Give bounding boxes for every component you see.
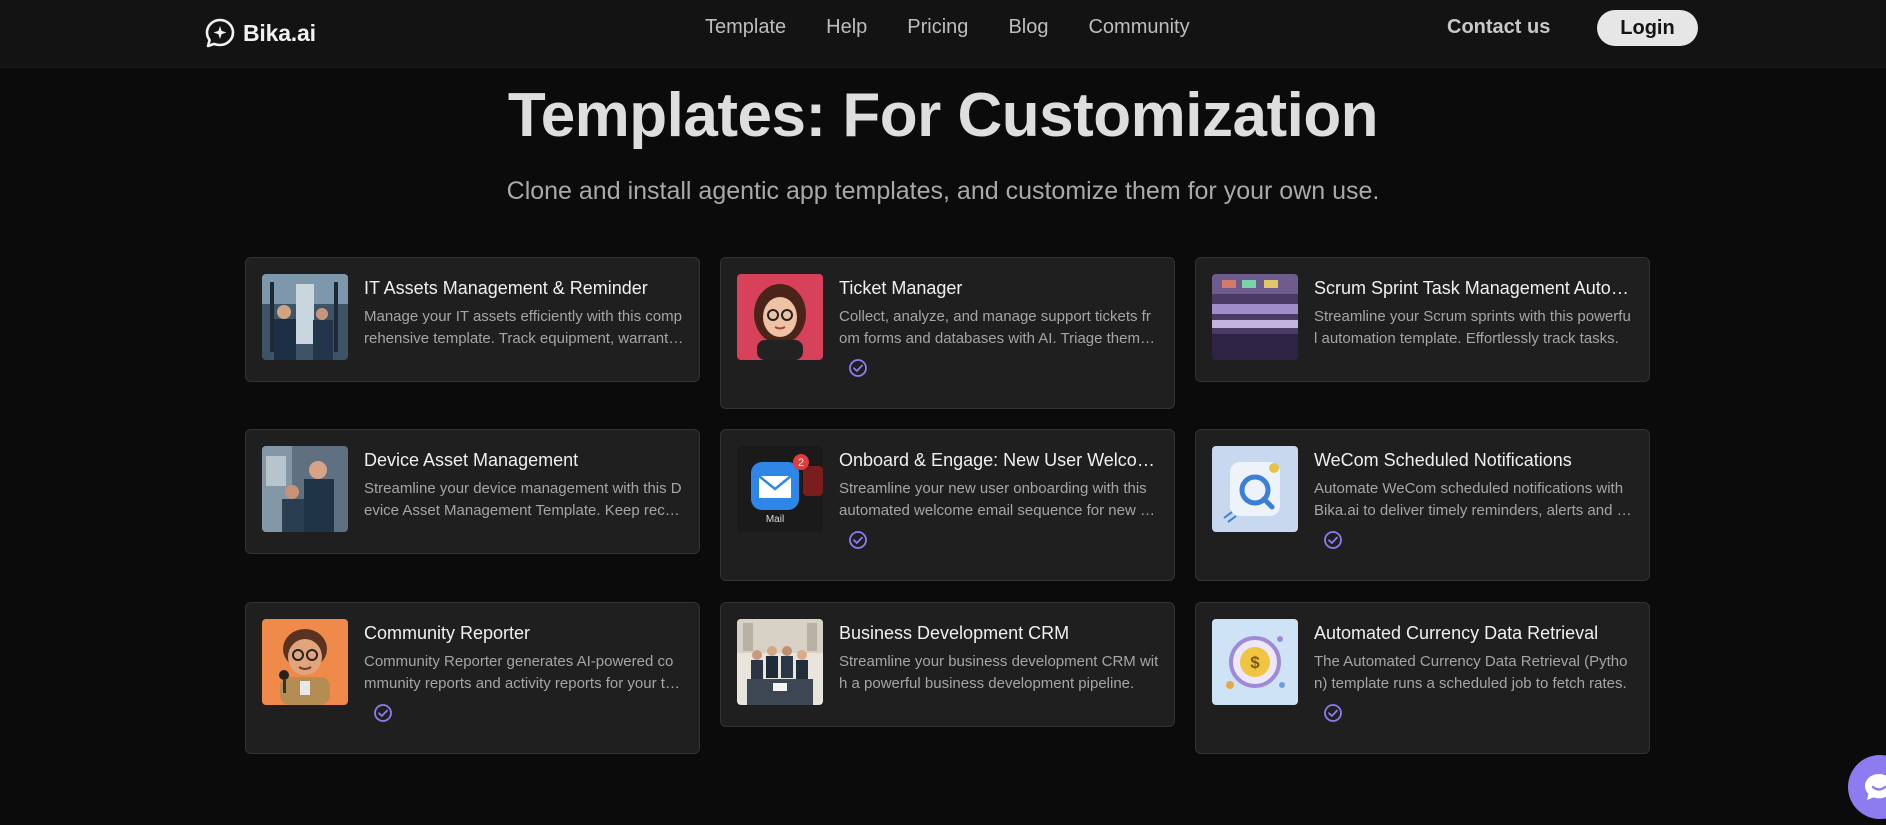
nav-link-pricing[interactable]: Pricing [887, 14, 988, 40]
page-title: Templates: For Customization [507, 81, 1379, 150]
notification-icon-illustration [1212, 446, 1298, 532]
verified-badge-icon [374, 704, 392, 722]
it-workers-photo [262, 274, 348, 360]
template-description: Community Reporter generates AI-powered … [364, 653, 682, 692]
brand-name: Bika.ai [243, 19, 316, 46]
template-card-business-crm[interactable]: Business Development CRM Streamline your… [720, 602, 1175, 727]
nav-link-template[interactable]: Template [705, 14, 806, 40]
template-card-it-assets[interactable]: IT Assets Management & Reminder Manage y… [245, 257, 700, 382]
template-description: Streamline your new user onboarding with… [839, 480, 1153, 519]
page-subtitle: Clone and install agentic app templates,… [506, 177, 1380, 205]
template-card-scrum-sprint[interactable]: Scrum Sprint Task Management Automation … [1195, 257, 1650, 382]
svg-text:2: 2 [798, 457, 804, 469]
nav-link-blog[interactable]: Blog [988, 14, 1068, 40]
template-description: The Automated Currency Data Retrieval (P… [1314, 653, 1628, 692]
verified-badge-icon [1324, 531, 1342, 549]
mail-app-icon: 2 Mail [737, 446, 823, 532]
template-title: Business Development CRM [839, 623, 1070, 643]
business-team-photo [737, 619, 823, 705]
template-card-community-reporter[interactable]: Community Reporter Community Reporter ge… [245, 602, 700, 754]
template-title: Community Reporter [364, 623, 531, 643]
template-title: Device Asset Management [364, 450, 579, 470]
template-card-onboard-engage[interactable]: 2 Mail Onboard & Engage: New User Welcom… [720, 429, 1175, 581]
top-navbar: Bika.ai Template Help Pricing Blog Commu… [0, 0, 1886, 68]
technicians-photo [262, 446, 348, 532]
template-title: Automated Currency Data Retrieval [1314, 623, 1599, 643]
template-card-ticket-manager[interactable]: Ticket Manager Collect, analyze, and man… [720, 257, 1175, 409]
chat-bubble-icon [1865, 774, 1886, 800]
currency-coin-illustration: $ [1212, 619, 1298, 705]
verified-badge-icon [1324, 704, 1342, 722]
template-description: Streamline your Scrum sprints with this … [1314, 308, 1631, 347]
template-card-wecom-notifications[interactable]: WeCom Scheduled Notifications Automate W… [1195, 429, 1650, 581]
login-button[interactable]: Login [1597, 10, 1698, 46]
chat-widget-button[interactable] [1848, 755, 1886, 819]
nav-link-community[interactable]: Community [1068, 14, 1209, 40]
woman-avatar-illustration [737, 274, 823, 360]
reporter-cartoon [262, 619, 348, 705]
sprint-board-photo [1212, 274, 1298, 360]
svg-text:$: $ [1250, 653, 1260, 672]
contact-us-link[interactable]: Contact us [1447, 14, 1550, 40]
template-description: Manage your IT assets efficiently with t… [364, 308, 682, 347]
brand-logo[interactable]: Bika.ai [204, 17, 316, 49]
template-title: Ticket Manager [839, 278, 963, 298]
template-description: Streamline your device management with t… [364, 480, 682, 519]
template-title: IT Assets Management & Reminder [364, 278, 648, 298]
nav-links: Template Help Pricing Blog Community [705, 14, 1210, 40]
verified-badge-icon [849, 359, 867, 377]
template-description: Automate WeCom scheduled notifications w… [1314, 480, 1634, 519]
template-description: Collect, analyze, and manage support tic… [839, 308, 1157, 347]
verified-badge-icon [849, 531, 867, 549]
template-title: Onboard & Engage: New User Welcome [839, 450, 1159, 470]
template-title: WeCom Scheduled Notifications [1314, 450, 1572, 470]
template-title: Scrum Sprint Task Management Automation [1314, 278, 1634, 298]
template-card-device-asset[interactable]: Device Asset Management Streamline your … [245, 429, 700, 554]
nav-link-help[interactable]: Help [806, 14, 887, 40]
svg-text:Mail: Mail [766, 514, 784, 525]
template-description: Streamline your business development CRM… [839, 653, 1159, 692]
template-card-currency-retrieval[interactable]: $ Automated Currency Data Retrieval The … [1195, 602, 1650, 754]
chat-sparkle-icon [205, 18, 235, 48]
